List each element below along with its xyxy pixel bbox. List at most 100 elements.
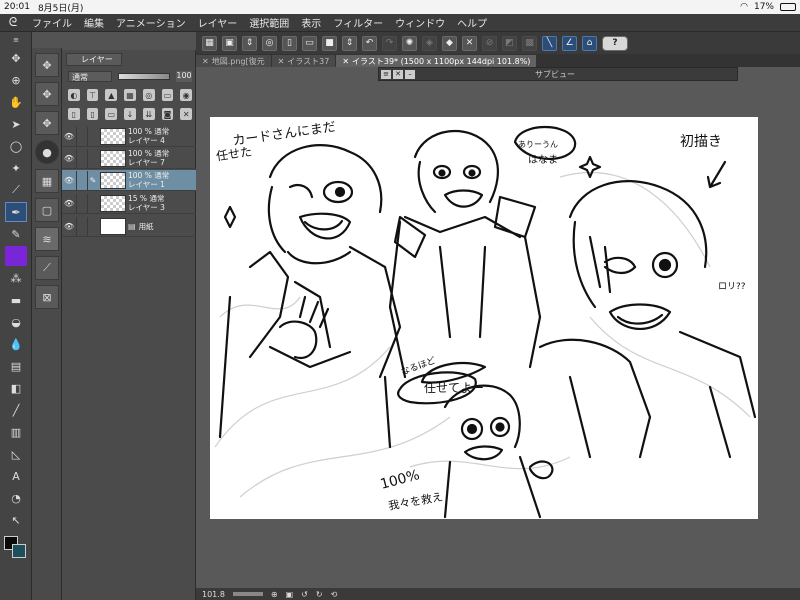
lock-layer-icon[interactable]: ▲ xyxy=(105,89,118,101)
subview-palette-header[interactable]: ≡ ✕ – サブビュー xyxy=(378,67,738,81)
rotate-right-icon[interactable]: ↻ xyxy=(316,590,323,599)
text-tool-icon[interactable]: A xyxy=(5,466,27,486)
mask-add-icon[interactable]: ◙ xyxy=(161,108,174,120)
subtool-move-icon[interactable]: ✥ xyxy=(35,53,59,77)
tab-illust37[interactable]: ✕ イラスト37 xyxy=(271,55,336,67)
opacity-slider[interactable] xyxy=(118,72,170,80)
menu-layer[interactable]: レイヤー xyxy=(192,15,244,30)
delete-layer-icon[interactable]: ✕ xyxy=(180,108,193,120)
undo-icon[interactable]: ↶ xyxy=(362,35,377,51)
visibility-eye-icon[interactable]: 👁 xyxy=(62,176,76,185)
lock-transparent-icon[interactable]: ▦ xyxy=(124,89,136,101)
auto-action-icon[interactable]: ⊠ xyxy=(35,285,59,309)
palette-menu-icon[interactable]: ≡ xyxy=(381,69,391,79)
clip-studio-icon[interactable]: ◎ xyxy=(262,35,277,51)
layer-row[interactable]: 👁 15 % 通常 レイヤー 3 xyxy=(62,193,196,214)
layer-tab[interactable]: レイヤー xyxy=(66,53,122,66)
navigator-icon[interactable]: ▢ xyxy=(35,198,59,222)
lock-cell[interactable] xyxy=(76,170,88,190)
clip-lower-layer-icon[interactable]: ◐ xyxy=(68,89,80,101)
visibility-eye-icon[interactable]: 👁 xyxy=(62,132,76,141)
decoration-tool-icon[interactable]: ▬ xyxy=(5,290,27,310)
hand-tool-icon[interactable]: ✋ xyxy=(5,92,27,112)
menu-window[interactable]: ウィンドウ xyxy=(389,15,451,30)
subtool-move-layer-icon[interactable]: ✥ xyxy=(35,111,59,135)
new-vector-layer-icon[interactable]: ▯ xyxy=(86,108,99,120)
lasso-tool-icon[interactable]: ◯ xyxy=(5,136,27,156)
menu-view[interactable]: 表示 xyxy=(295,15,327,30)
fit-view-icon[interactable]: ▣ xyxy=(286,590,294,599)
drawing-canvas[interactable]: カードさんにまだ 任せた ありーうん はなま 初描き ロリ?? なるほど 任せて… xyxy=(210,117,758,519)
color-wheel-icon[interactable]: ● xyxy=(35,140,59,164)
zoom-value[interactable]: 101.8 xyxy=(202,590,225,599)
reset-rotation-icon[interactable]: ⟲ xyxy=(331,590,338,599)
background-color-swatch[interactable] xyxy=(12,544,26,558)
open-file-icon[interactable]: ▭ xyxy=(302,35,317,51)
tab-illust39[interactable]: ✕ イラスト39* (1500 x 1100px 144dpi 101.8%) xyxy=(336,55,537,67)
tab-close-icon[interactable]: ✕ xyxy=(342,57,349,66)
save-arrows-icon[interactable]: ⇕ xyxy=(342,35,357,51)
subtool-transform-icon[interactable]: ✥ xyxy=(35,82,59,106)
blend-tool-icon[interactable]: 💧 xyxy=(5,334,27,354)
visibility-eye-icon[interactable]: 👁 xyxy=(62,222,76,231)
move-tool-icon[interactable]: ✥ xyxy=(5,48,27,68)
ruler-icon[interactable]: ▭ xyxy=(161,89,174,101)
new-file-icon[interactable]: ▯ xyxy=(282,35,297,51)
pen-tool-icon[interactable]: ✒ xyxy=(5,202,27,222)
deselect-icon[interactable]: ⊘ xyxy=(482,35,497,51)
reference-layer-icon[interactable]: ⊤ xyxy=(86,89,99,101)
transfer-down-icon[interactable]: ↓ xyxy=(124,108,136,120)
ruler-snap-icon[interactable]: ╲ xyxy=(542,35,557,51)
tab-close-icon[interactable]: ✕ xyxy=(278,57,285,66)
menu-animation[interactable]: アニメーション xyxy=(110,15,192,30)
airbrush-tool-icon[interactable]: ⁂ xyxy=(5,268,27,288)
opacity-value[interactable]: 100 xyxy=(176,70,192,82)
ruler-tool-icon[interactable]: ◺ xyxy=(5,444,27,464)
grid-snap-icon[interactable]: ⌂ xyxy=(582,35,597,51)
balloon-tool-icon[interactable]: ◔ xyxy=(5,488,27,508)
new-folder-icon[interactable]: ▭ xyxy=(105,108,118,120)
crop-icon[interactable]: ✕ xyxy=(462,35,477,51)
brush-tool-icon[interactable] xyxy=(5,246,27,266)
tool-property-icon[interactable]: ⟋ xyxy=(35,256,59,280)
eyedropper-tool-icon[interactable]: ⟋ xyxy=(5,180,27,200)
visibility-eye-icon[interactable]: 👁 xyxy=(62,199,76,208)
palette-minimize-icon[interactable]: – xyxy=(405,69,415,79)
clear-icon[interactable]: ✺ xyxy=(402,35,417,51)
eraser-tool-icon[interactable]: ◒ xyxy=(5,312,27,332)
lock-cell[interactable] xyxy=(76,148,88,168)
zoom-slider-icon[interactable] xyxy=(232,592,263,596)
help-button[interactable]: ? xyxy=(602,35,628,51)
up-down-arrows-icon[interactable]: ⇕ xyxy=(242,35,257,51)
layer-color-icon[interactable]: ◉ xyxy=(180,89,193,101)
menu-edit[interactable]: 編集 xyxy=(78,15,110,30)
selection-border-icon[interactable]: ▩ xyxy=(522,35,537,51)
grid-view-icon[interactable]: ▦ xyxy=(202,35,217,51)
mask-icon[interactable]: ◎ xyxy=(142,89,155,101)
invert-selection-icon[interactable]: ◩ xyxy=(502,35,517,51)
visibility-eye-icon[interactable]: 👁 xyxy=(62,154,76,163)
correct-line-tool-icon[interactable]: ↖ xyxy=(5,510,27,530)
pencil-tool-icon[interactable]: ✎ xyxy=(5,224,27,244)
menu-filter[interactable]: フィルター xyxy=(327,15,389,30)
palette-handle-icon[interactable]: ≡ xyxy=(5,34,27,46)
operation-tool-icon[interactable]: ➤ xyxy=(5,114,27,134)
menu-help[interactable]: ヘルプ xyxy=(451,15,493,30)
screenshot-icon[interactable]: ▣ xyxy=(222,35,237,51)
lock-cell[interactable] xyxy=(76,216,88,236)
fill-icon[interactable]: ◆ xyxy=(442,35,457,51)
tab-map-png[interactable]: ✕ 地図.png[復元 xyxy=(196,55,271,67)
color-indicator[interactable] xyxy=(0,532,32,600)
menu-selection[interactable]: 選択範囲 xyxy=(243,15,295,30)
tab-close-icon[interactable]: ✕ xyxy=(202,57,209,66)
fill-tool-icon[interactable]: ▤ xyxy=(5,356,27,376)
lock-cell[interactable] xyxy=(76,193,88,213)
layer-row[interactable]: 👁 100 % 通常 レイヤー 4 xyxy=(62,126,196,147)
transform-icon[interactable]: ◈ xyxy=(422,35,437,51)
clip-studio-logo-icon[interactable]: ᘓ xyxy=(0,15,26,30)
save-icon[interactable]: ■ xyxy=(322,35,337,51)
figure-tool-icon[interactable]: ╱ xyxy=(5,400,27,420)
zoom-in-icon[interactable]: ⊕ xyxy=(271,590,278,599)
lock-cell[interactable] xyxy=(76,126,88,146)
auto-select-tool-icon[interactable]: ✦ xyxy=(5,158,27,178)
